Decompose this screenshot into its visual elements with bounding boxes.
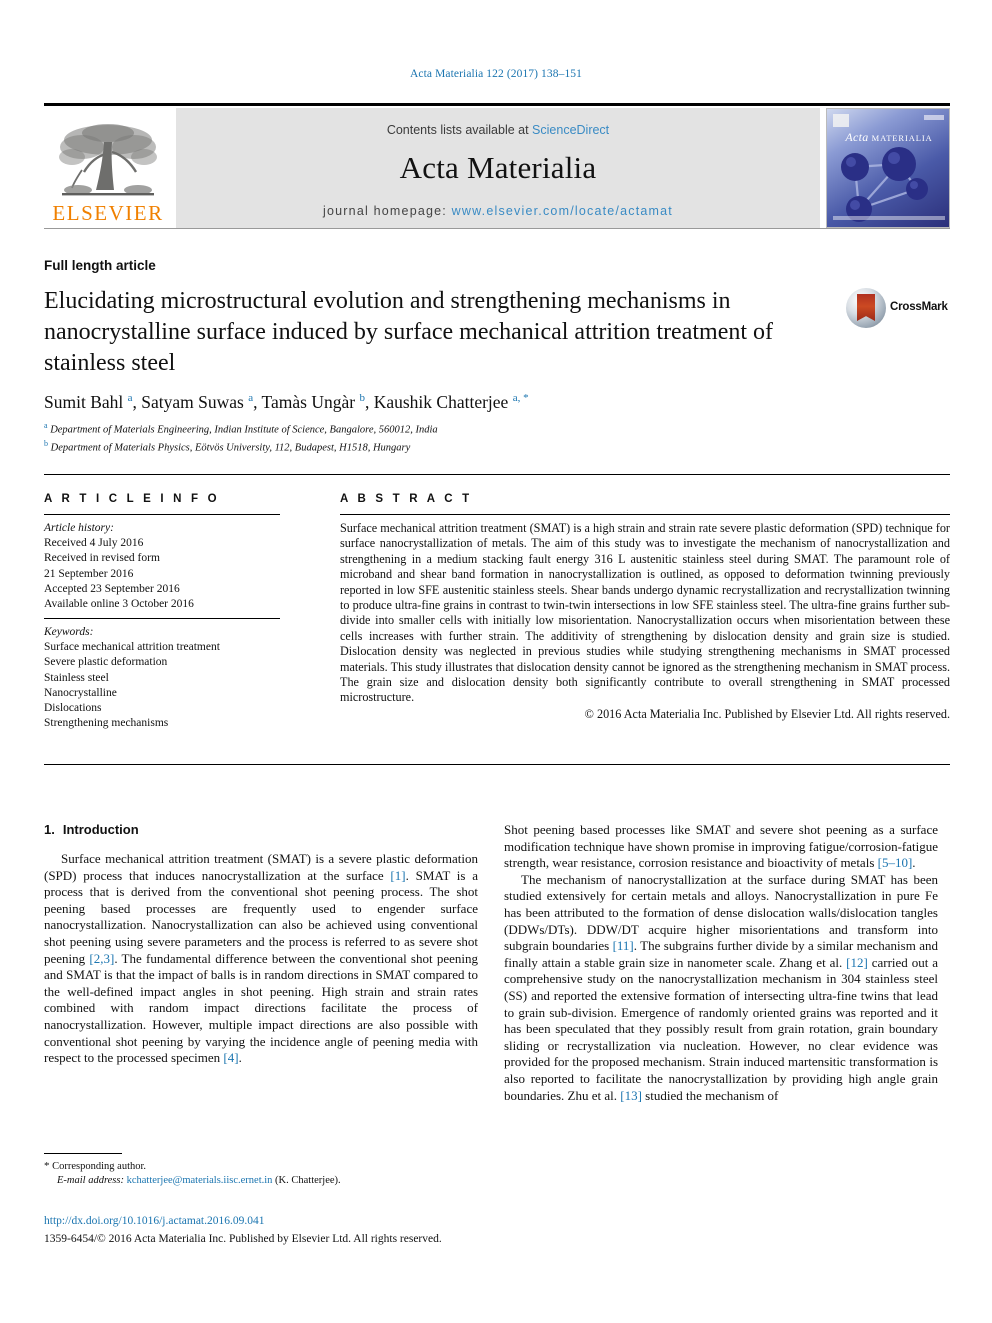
article-history-item: Accepted 23 September 2016 <box>44 582 180 595</box>
affiliation-marker: b <box>359 392 365 405</box>
text-run: . <box>238 1050 242 1066</box>
keyword-item: Nanocrystalline <box>44 686 117 699</box>
affiliation-item: a Department of Materials Engineering, I… <box>44 419 924 437</box>
paragraph-intro-2: Shot peening based processes like SMAT a… <box>504 822 938 872</box>
citation-ref-13[interactable]: [13] <box>620 1088 642 1103</box>
article-info-rule <box>44 514 280 515</box>
abstract-rule <box>340 514 950 515</box>
article-info-heading: A R T I C L E I N F O <box>44 493 220 505</box>
corresponding-author-note: * Corresponding author. <box>44 1159 478 1174</box>
citation-ref-4[interactable]: [4] <box>223 1050 238 1065</box>
doi-link[interactable]: http://dx.doi.org/10.1016/j.actamat.2016… <box>44 1215 265 1227</box>
infoblock-top-rule <box>44 474 950 475</box>
page-title: Elucidating microstructural evolution an… <box>44 288 774 376</box>
asterisk-icon: * <box>44 1160 50 1172</box>
issn-copyright-line: 1359-6454/© 2016 Acta Materialia Inc. Pu… <box>44 1233 442 1245</box>
paragraph-intro-1: Surface mechanical attrition treatment (… <box>44 851 478 1067</box>
affiliation-marker-b: b <box>44 439 48 448</box>
body-column-right: Shot peening based processes like SMAT a… <box>504 822 938 1104</box>
journal-masthead: ELSEVIER Contents lists available at Sci… <box>44 103 950 231</box>
masthead-top-rule <box>44 103 950 106</box>
affiliation-marker: a <box>127 392 133 405</box>
keywords-block: Keywords: Surface mechanical attrition t… <box>44 625 290 731</box>
text-run: studied the mechanism of <box>641 1087 779 1103</box>
journal-cover-thumbnail: Acta MATERIALIA <box>826 108 950 228</box>
keyword-item: Severe plastic deformation <box>44 656 168 669</box>
infoblock-bottom-rule <box>44 764 950 765</box>
keyword-item: Strengthening mechanisms <box>44 717 169 730</box>
keyword-item: Surface mechanical attrition treatment <box>44 641 220 654</box>
elsevier-tree-icon <box>56 120 160 202</box>
article-history-label: Article history: <box>44 522 114 534</box>
running-head: Acta Materialia 122 (2017) 138–151 <box>409 68 583 80</box>
masthead-bottom-rule <box>44 228 950 229</box>
crossmark-badge[interactable]: CrossMark <box>846 288 948 332</box>
elsevier-wordmark: ELSEVIER <box>52 201 164 225</box>
affiliation-marker: a, * <box>512 392 529 405</box>
section-title-text: Introduction <box>62 822 139 837</box>
keyword-item: Dislocations <box>44 702 102 715</box>
email-link[interactable]: kchatterjee@materials.iisc.ernet.in <box>127 1175 273 1186</box>
keywords-rule <box>44 618 280 619</box>
email-label: E-mail address: <box>57 1175 124 1186</box>
abstract-copyright: © 2016 Acta Materialia Inc. Published by… <box>584 706 950 721</box>
cover-footer-band <box>833 216 945 220</box>
text-run: . <box>912 855 916 871</box>
section-number: 1. <box>44 822 55 837</box>
body-column-left: 1. Introduction Surface mechanical attrit… <box>44 822 478 1067</box>
article-history-item: 21 September 2016 <box>44 567 134 580</box>
crossmark-label: CrossMark <box>890 301 948 313</box>
article-history-item: Received in revised form <box>44 552 160 565</box>
sciencedirect-link[interactable]: ScienceDirect <box>532 123 609 137</box>
journal-title: Acta Materialia <box>399 150 597 185</box>
journal-homepage-line: journal homepage: www.elsevier.com/locat… <box>176 204 820 218</box>
contents-line: Contents lists available at ScienceDirec… <box>176 123 820 137</box>
citation-ref-12[interactable]: [12] <box>846 955 868 970</box>
elsevier-logo: ELSEVIER <box>44 108 172 228</box>
article-first-page: Acta Materialia 122 (2017) 138–151 ELSEV… <box>0 0 992 1323</box>
masthead-panel: Contents lists available at ScienceDirec… <box>176 108 820 228</box>
footnote-rule <box>44 1153 122 1154</box>
paragraph-intro-3: The mechanism of nanocrystallization at … <box>504 872 938 1104</box>
journal-homepage-link[interactable]: www.elsevier.com/locate/actamat <box>452 204 673 218</box>
citation-ref-5-10[interactable]: [5–10] <box>878 855 913 870</box>
abstract-text: Surface mechanical attrition treatment (… <box>340 521 950 705</box>
keywords-label: Keywords: <box>44 626 94 638</box>
text-run: . The fundamental difference between the… <box>44 950 478 1066</box>
footnote-block: * Corresponding author. E-mail address: … <box>44 1159 478 1188</box>
article-history-item: Available online 3 October 2016 <box>44 598 194 611</box>
citation-ref-2-3[interactable]: [2,3] <box>89 951 114 966</box>
text-run: Shot peening based processes like SMAT a… <box>504 822 938 871</box>
homepage-prefix: journal homepage: <box>323 204 452 218</box>
affiliation-text: Department of Materials Engineering, Ind… <box>50 424 438 436</box>
text-run: carried out a comprehensive study on the… <box>504 954 938 1103</box>
abstract-block: Surface mechanical attrition treatment (… <box>340 521 950 722</box>
article-history: Article history: Received 4 July 2016 Re… <box>44 521 290 612</box>
affiliation-marker-a: a <box>44 421 48 430</box>
affiliation-marker: a <box>248 392 254 405</box>
email-note: E-mail address: kchatterjee@materials.ii… <box>44 1174 478 1188</box>
section-heading-introduction: 1. Introduction <box>44 822 478 837</box>
affiliation-item: b Department of Materials Physics, Eötvö… <box>44 437 924 455</box>
corresponding-author-text: Corresponding author. <box>52 1161 147 1172</box>
cover-network-graphic <box>841 147 928 222</box>
affiliation-text: Department of Materials Physics, Eötvös … <box>50 442 411 454</box>
abstract-heading: A B S T R A C T <box>340 493 473 505</box>
affiliation-list: a Department of Materials Engineering, I… <box>44 419 924 455</box>
citation-ref-1[interactable]: [1] <box>390 868 405 883</box>
article-history-item: Received 4 July 2016 <box>44 537 144 550</box>
citation-ref-11[interactable]: [11] <box>613 938 634 953</box>
article-type-label: Full length article <box>44 258 156 273</box>
keyword-item: Stainless steel <box>44 671 109 684</box>
author-list: Sumit Bahl a, Satyam Suwas a, Tamàs Ungà… <box>44 392 529 412</box>
email-suffix: (K. Chatterjee). <box>275 1175 341 1186</box>
contents-prefix: Contents lists available at <box>386 123 533 137</box>
